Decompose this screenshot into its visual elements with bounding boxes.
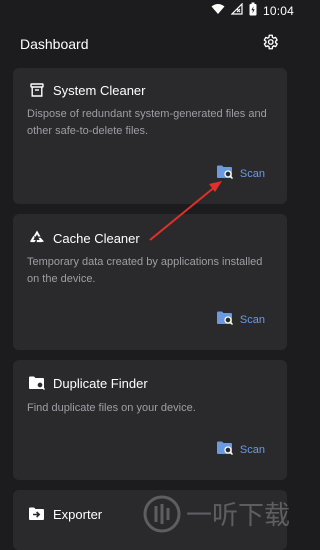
card-title: Cache Cleaner (53, 230, 140, 246)
card-description: Find duplicate files on your device. (27, 402, 196, 414)
card-title-row: Cache Cleaner (27, 228, 140, 248)
card-title-row: Exporter (27, 504, 102, 524)
card-description: Temporary data created by applications i… (27, 256, 263, 285)
scan-label: Scan (239, 314, 265, 326)
scan-label: Scan (239, 444, 265, 456)
card-system-cleaner[interactable]: System Cleaner Dispose of redundant syst… (13, 68, 287, 204)
card-title-row: System Cleaner (27, 80, 145, 100)
folder-search-icon (216, 164, 234, 185)
app-header: Dashboard (0, 26, 300, 62)
status-time: 10:04 (262, 4, 294, 18)
folder-search-icon (216, 440, 234, 461)
page-title: Dashboard (20, 36, 89, 52)
folder-search-icon (216, 310, 234, 331)
trash-bin-icon (27, 80, 47, 100)
folder-export-icon (27, 504, 47, 524)
signal-off-icon (230, 2, 243, 20)
settings-button[interactable] (258, 32, 282, 56)
card-title-row: Duplicate Finder (27, 373, 148, 393)
card-title: System Cleaner (53, 82, 146, 98)
card-title: Duplicate Finder (53, 375, 148, 391)
wifi-icon (211, 2, 225, 20)
scan-button[interactable]: Scan (216, 164, 265, 184)
card-exporter[interactable]: Exporter (13, 490, 287, 550)
card-cache-cleaner[interactable]: Cache Cleaner Temporary data created by … (13, 214, 287, 350)
recycle-icon (27, 228, 47, 248)
scan-button[interactable]: Scan (216, 310, 265, 330)
scan-label: Scan (239, 168, 265, 180)
battery-charging-icon (249, 2, 257, 21)
status-bar: 10:04 (0, 0, 300, 22)
gear-icon (261, 33, 279, 56)
card-duplicate-finder[interactable]: Duplicate Finder Find duplicate files on… (13, 360, 287, 480)
scan-button[interactable]: Scan (216, 440, 265, 460)
card-description: Dispose of redundant system-generated fi… (27, 108, 267, 137)
card-title: Exporter (53, 506, 103, 522)
status-icons: 10:04 (211, 2, 294, 21)
folder-search-icon (27, 373, 47, 393)
